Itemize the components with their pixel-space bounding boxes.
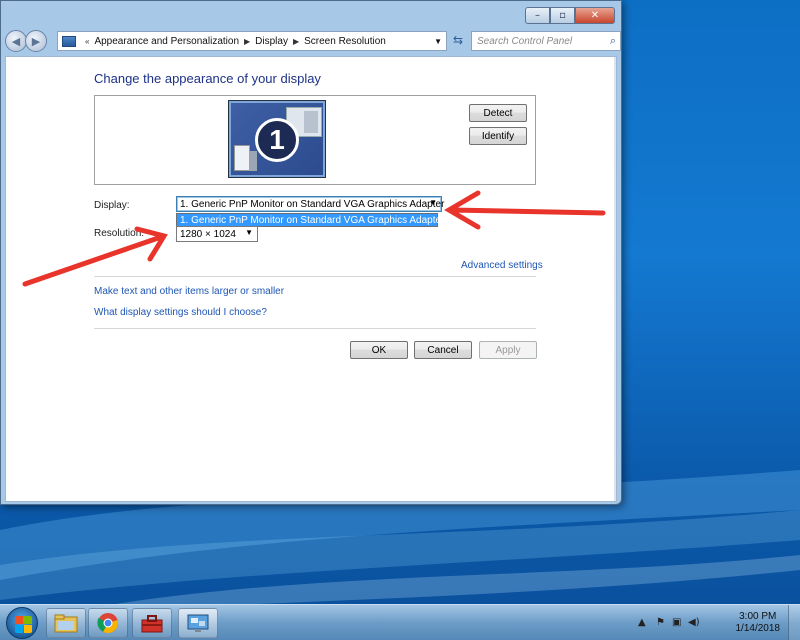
control-panel-icon — [62, 35, 76, 47]
page-title: Change the appearance of your display — [94, 71, 321, 86]
taskbar: ▲ ⚑ ▣ ◀) 3:00 PM 1/14/2018 — [0, 604, 800, 640]
screen-resolution-icon — [187, 614, 209, 632]
cancel-button[interactable]: Cancel — [414, 341, 472, 359]
resolution-select[interactable]: 1280 × 1024 ▼ — [176, 226, 258, 242]
advanced-settings-link[interactable]: Advanced settings — [461, 260, 543, 271]
clock-time: 3:00 PM — [739, 611, 777, 622]
start-button[interactable] — [6, 607, 38, 639]
content-pane: Change the appearance of your display 1 … — [5, 56, 617, 502]
chevron-down-icon[interactable]: ▼ — [245, 228, 253, 237]
detect-button[interactable]: Detect — [469, 104, 527, 122]
search-input[interactable]: Search Control Panel ⌕ — [471, 31, 621, 51]
scrollbar-edge — [614, 57, 616, 501]
network-icon[interactable]: ▣ — [672, 617, 681, 628]
file-explorer-taskbar-button[interactable] — [46, 608, 86, 638]
clock[interactable]: 3:00 PM 1/14/2018 — [736, 611, 781, 635]
monitor-number-badge: 1 — [255, 118, 299, 162]
search-placeholder: Search Control Panel — [477, 35, 573, 47]
thumbnail-window-shape — [249, 151, 257, 171]
show-hidden-icons-icon[interactable]: ▲ — [638, 617, 646, 628]
system-tray: ▲ ⚑ ▣ ◀) 3:00 PM 1/14/2018 — [630, 605, 800, 640]
close-button[interactable]: ✕ — [575, 7, 615, 24]
display-dropdown-option[interactable]: 1. Generic PnP Monitor on Standard VGA G… — [176, 213, 444, 227]
action-center-flag-icon[interactable]: ⚑ — [656, 617, 665, 628]
divider — [94, 276, 536, 277]
divider — [94, 328, 536, 329]
monitor-preview-area: 1 Detect Identify — [94, 95, 536, 185]
breadcrumb-item-appearance[interactable]: Appearance and Personalization — [94, 36, 239, 47]
minimize-button[interactable]: – — [525, 7, 550, 24]
address-bar[interactable]: « Appearance and Personalization ▶ Displ… — [57, 31, 447, 51]
display-select-value: 1. Generic PnP Monitor on Standard VGA G… — [180, 198, 445, 210]
breadcrumb-separator-icon[interactable]: ▶ — [244, 37, 250, 46]
breadcrumb-separator-icon[interactable]: ▶ — [293, 37, 299, 46]
display-label: Display: — [94, 200, 130, 211]
address-dropdown-icon[interactable]: ▼ — [434, 37, 442, 46]
resolution-select-value: 1280 × 1024 — [180, 228, 236, 240]
apply-button[interactable]: Apply — [479, 341, 537, 359]
thumbnail-window-shape — [234, 145, 250, 171]
clock-date: 1/14/2018 — [735, 623, 781, 634]
screen-resolution-window: – ▫ ✕ ◀ ▶ « Appearance and Personalizati… — [0, 0, 622, 505]
search-icon[interactable]: ⌕ — [610, 35, 616, 48]
chrome-icon — [97, 613, 118, 634]
maximize-button[interactable]: ▫ — [550, 7, 575, 24]
show-desktop-button[interactable] — [788, 605, 800, 640]
chrome-taskbar-button[interactable] — [88, 608, 128, 638]
volume-icon[interactable]: ◀) — [688, 617, 700, 628]
ok-button[interactable]: OK — [350, 341, 408, 359]
toolbox-taskbar-button[interactable] — [132, 608, 172, 638]
control-panel-taskbar-button[interactable] — [178, 608, 218, 638]
refresh-icon[interactable]: ⇆ — [451, 33, 465, 47]
breadcrumb-item-screen-resolution[interactable]: Screen Resolution — [304, 36, 386, 47]
display-select[interactable]: 1. Generic PnP Monitor on Standard VGA G… — [176, 196, 445, 212]
chevron-down-icon[interactable]: ▼ — [429, 198, 437, 207]
display-settings-help-link[interactable]: What display settings should I choose? — [94, 307, 267, 318]
folder-icon — [54, 614, 78, 633]
window-controls: – ▫ ✕ — [525, 7, 615, 24]
breadcrumb-overflow-icon[interactable]: « — [85, 37, 89, 46]
resolution-label: Resolution: — [94, 228, 145, 239]
forward-arrow-icon[interactable]: ▶ — [25, 30, 47, 52]
navigation-bar: ◀ ▶ « Appearance and Personalization ▶ D… — [5, 29, 621, 53]
breadcrumb-item-display[interactable]: Display — [255, 36, 288, 47]
text-size-link[interactable]: Make text and other items larger or smal… — [94, 286, 284, 297]
back-arrow-icon[interactable]: ◀ — [5, 30, 27, 52]
monitor-1-thumbnail[interactable]: 1 — [229, 101, 325, 177]
toolbox-icon — [141, 615, 163, 633]
identify-button[interactable]: Identify — [469, 127, 527, 145]
